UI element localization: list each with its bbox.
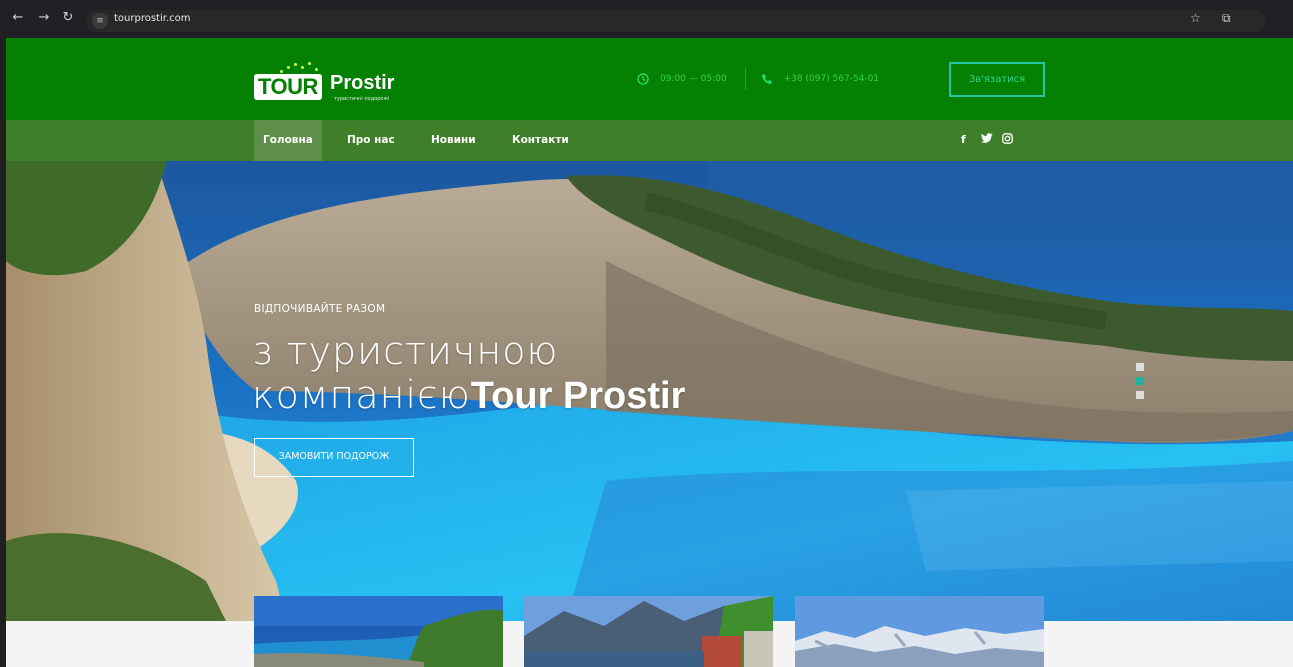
tour-card-mountain-village[interactable] <box>524 596 773 667</box>
url-text[interactable]: tourprostir.com <box>114 13 190 24</box>
twitter-icon[interactable] <box>981 133 993 146</box>
tour-card-mountain-village-image <box>524 596 773 667</box>
star-icon[interactable]: ☆ <box>1190 11 1201 25</box>
browser-toolbar: ← → ↻ ≡ tourprostir.com ☆ ⧉ <box>0 0 1293 38</box>
nav-item-news[interactable]: Новини <box>422 120 485 161</box>
arrow-right-icon[interactable]: → <box>36 10 52 26</box>
address-bar[interactable]: ≡ tourprostir.com <box>86 10 1266 32</box>
arrow-left-icon[interactable]: ← <box>10 10 26 26</box>
working-hours: 09:00 — 05:00 <box>660 74 727 84</box>
tour-card-snow-mountains-image <box>795 596 1044 667</box>
logo-dots <box>278 60 318 74</box>
slider-dots <box>1136 363 1144 405</box>
tour-card-coast-image <box>254 596 503 667</box>
hero-title-line2: компанієюTour Prostir <box>252 373 685 418</box>
hero-title-light: компанією <box>252 373 471 417</box>
logo-tagline: туристичні подорожі <box>334 96 390 102</box>
contact-info: 09:00 — 05:00 +38 (097) 567-54-01 <box>636 68 879 90</box>
slider-dot-1[interactable] <box>1136 363 1144 371</box>
hero-slider: ВІДПОЧИВАЙТЕ РАЗОМ з туристичною компані… <box>6 161 1293 621</box>
nav-item-contacts[interactable]: Контакти <box>503 120 578 161</box>
logo-tour-word: TOUR <box>254 74 322 100</box>
hero-eyebrow: ВІДПОЧИВАЙТЕ РАЗОМ <box>254 303 386 315</box>
reload-icon[interactable]: ↻ <box>60 10 76 26</box>
puzzle-icon[interactable]: ⧉ <box>1222 11 1231 26</box>
tour-card-coast[interactable] <box>254 596 503 667</box>
hero-title-line1: з туристичною <box>252 329 559 373</box>
logo-prostir-word: Prostir <box>330 72 395 94</box>
nav-item-about[interactable]: Про нас <box>338 120 404 161</box>
nav-item-home[interactable]: Головна <box>254 120 322 161</box>
tour-card-snow-mountains[interactable] <box>795 596 1044 667</box>
hero-title-brand: Tour Prostir <box>470 375 686 417</box>
slider-dot-2[interactable] <box>1136 377 1144 385</box>
contact-button[interactable]: Зв'язатися <box>949 62 1045 97</box>
facebook-icon[interactable]: f <box>961 133 966 146</box>
instagram-icon[interactable] <box>1002 133 1013 147</box>
phone-number[interactable]: +38 (097) 567-54-01 <box>784 74 880 84</box>
clock-icon <box>636 72 650 86</box>
hero-title: з туристичною компанієюTour Prostir <box>252 329 685 418</box>
order-trip-button[interactable]: ЗАМОВИТИ ПОДОРОЖ <box>254 438 414 477</box>
phone-icon <box>760 72 774 86</box>
divider <box>744 68 746 90</box>
slider-dot-3[interactable] <box>1136 391 1144 399</box>
tune-icon[interactable]: ≡ <box>92 13 108 29</box>
main-nav: Головна Про нас Новини Контакти f <box>6 120 1293 161</box>
site-header: TOUR Prostir туристичні подорожі 09:00 —… <box>6 38 1293 120</box>
